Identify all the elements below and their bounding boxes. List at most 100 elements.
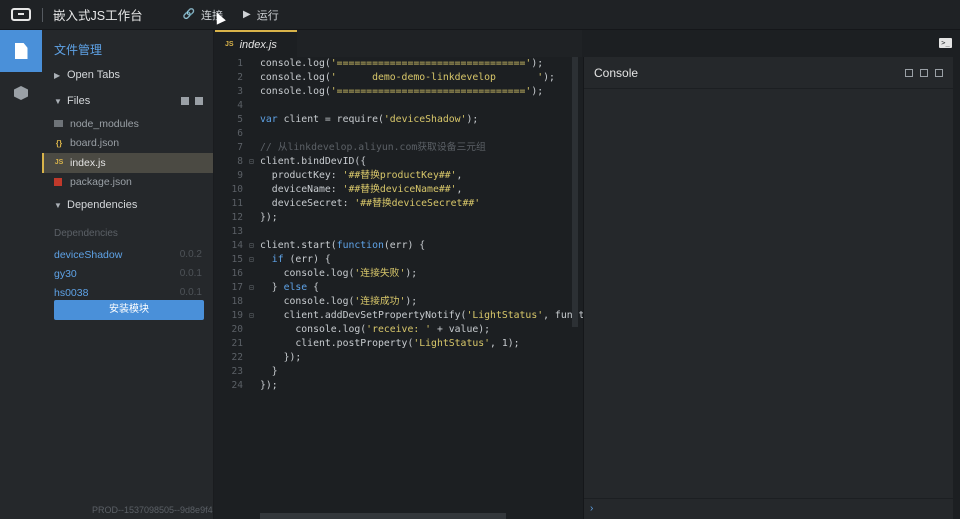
line-number: 1 (237, 58, 243, 69)
code-text: client.bindDevID({ (260, 156, 367, 167)
code-line: 9 productKey: '##替换productKey##', (215, 169, 582, 183)
code-text: // 从linkdevelop.aliyun.com获取设备三元组 (260, 142, 486, 153)
file-sidebar: 文件管理 ▶ Open Tabs ▼ Files node_modules {}… (42, 30, 214, 519)
code-line: 24}); (215, 379, 582, 393)
code-line: 8 ⊟ client.bindDevID({ (215, 155, 582, 169)
dependency-name: gy30 (54, 267, 77, 280)
code-text: console.log('receive: ' + value); (260, 324, 491, 335)
code-text: }); (260, 352, 302, 363)
new-file-icon[interactable] (181, 97, 189, 105)
chevron-down-icon: ▼ (54, 200, 62, 210)
line-number: 24 (231, 380, 243, 391)
new-folder-icon[interactable] (195, 97, 203, 105)
open-tabs-label: Open Tabs (67, 69, 121, 81)
line-number: 10 (231, 184, 243, 195)
play-icon: ▶ (243, 9, 251, 20)
code-text: client.postProperty('LightStatus', 1); (260, 338, 520, 349)
run-button[interactable]: ▶ 运行 (243, 7, 279, 23)
fold-icon[interactable]: ⊟ (249, 253, 254, 267)
js-file-icon: JS (54, 159, 64, 167)
line-number: 20 (231, 324, 243, 335)
code-line: 18 console.log('连接成功'); (215, 295, 582, 309)
code-text: }); (260, 212, 278, 223)
code-text: deviceSecret: '##替换deviceSecret##' (260, 198, 481, 209)
dependency-item[interactable]: gy30 0.0.1 (42, 264, 213, 283)
file-icon (14, 43, 28, 59)
line-number: 6 (237, 128, 243, 139)
json-file-icon: {} (55, 138, 63, 148)
line-number: 4 (237, 100, 243, 111)
tab-label: index.js (239, 38, 277, 51)
clear-console-icon[interactable] (905, 68, 913, 77)
code-line: 2 console.log(' demo-demo-linkdevelop '); (215, 71, 582, 85)
fold-icon[interactable]: ⊟ (249, 309, 254, 323)
code-text: } (260, 366, 278, 377)
line-number: 11 (231, 198, 243, 209)
console-header: Console (584, 57, 953, 89)
line-number: 5 (237, 114, 243, 125)
title-divider (42, 7, 43, 22)
dependencies-header: Dependencies (54, 228, 118, 239)
line-number: 19 (231, 310, 243, 321)
file-name: node_modules (70, 117, 139, 130)
file-item-board-json[interactable]: {} board.json (42, 134, 213, 154)
code-line: 14 ⊟ client.start(function(err) { (215, 239, 582, 253)
code-line: 7 // 从linkdevelop.aliyun.com获取设备三元组 (215, 141, 582, 155)
dependency-version: 0.0.1 (179, 287, 202, 298)
dependencies-section[interactable]: ▼ Dependencies (42, 192, 213, 218)
code-text: productKey: '##替换productKey##', (260, 170, 463, 181)
code-line: 11 deviceSecret: '##替换deviceSecret##' (215, 197, 582, 211)
fold-icon[interactable]: ⊟ (249, 155, 254, 169)
code-text: console.log('===========================… (260, 86, 544, 97)
fold-icon[interactable]: ⊟ (249, 239, 254, 253)
code-line: 17 ⊟ } else { (215, 281, 582, 295)
console-input[interactable]: › (584, 498, 954, 519)
code-text: client.start(function(err) { (260, 240, 426, 251)
install-module-button[interactable]: 安装模块 (54, 300, 204, 320)
code-text: }); (260, 380, 278, 391)
file-name: index.js (70, 156, 106, 169)
line-number: 3 (237, 86, 243, 97)
file-name: board.json (70, 137, 120, 150)
code-line: 3 console.log('==========================… (215, 85, 582, 99)
code-text: console.log('连接成功'); (260, 296, 418, 307)
cube-icon (14, 86, 28, 100)
file-item-index-js[interactable]: JS index.js (42, 153, 213, 173)
files-activity-button[interactable] (0, 30, 42, 72)
code-line: 20 console.log('receive: ' + value); (215, 323, 582, 337)
files-section[interactable]: ▼ Files (42, 88, 213, 114)
tab-index-js[interactable]: JS index.js (215, 30, 297, 57)
console-title: Console (594, 65, 639, 80)
line-number: 21 (231, 338, 243, 349)
file-item-package-json[interactable]: package.json (42, 173, 213, 193)
code-line: 19 ⊟ client.addDevSetPropertyNotify('Ligh… (215, 309, 597, 323)
line-number: 16 (231, 268, 243, 279)
code-area[interactable]: 1 console.log('==========================… (215, 57, 597, 393)
code-text: console.log('连接失败'); (260, 268, 418, 279)
horizontal-scrollbar[interactable] (260, 513, 506, 519)
code-text: console.log(' demo-demo-linkdevelop '); (260, 72, 555, 83)
line-number: 12 (231, 212, 243, 223)
modules-activity-button[interactable] (0, 72, 42, 114)
link-icon: 🔗 (182, 9, 196, 20)
file-item-node-modules[interactable]: node_modules (42, 114, 213, 134)
code-text: deviceName: '##替换deviceName##', (260, 184, 463, 195)
split-panel-icon[interactable] (935, 68, 943, 77)
open-tabs-section[interactable]: ▶ Open Tabs (42, 62, 213, 88)
code-text: console.log('===========================… (260, 58, 544, 69)
code-line: 15 ⊟ if (err) { (215, 253, 582, 267)
code-text: var client = require('deviceShadow'); (260, 114, 479, 125)
terminal-icon[interactable]: >_ (939, 38, 952, 48)
code-line: 12}); (215, 211, 582, 225)
line-number: 9 (237, 170, 243, 181)
maximize-icon[interactable] (920, 68, 928, 77)
dependency-item[interactable]: deviceShadow 0.0.2 (42, 245, 213, 264)
vertical-scrollbar[interactable] (572, 57, 578, 327)
code-line: 4 (215, 99, 582, 113)
activity-bar (0, 30, 42, 519)
line-number: 23 (231, 366, 243, 377)
line-number: 14 (231, 240, 243, 251)
dependency-version: 0.0.2 (179, 249, 202, 260)
js-file-icon: JS (225, 41, 234, 48)
fold-icon[interactable]: ⊟ (249, 281, 254, 295)
